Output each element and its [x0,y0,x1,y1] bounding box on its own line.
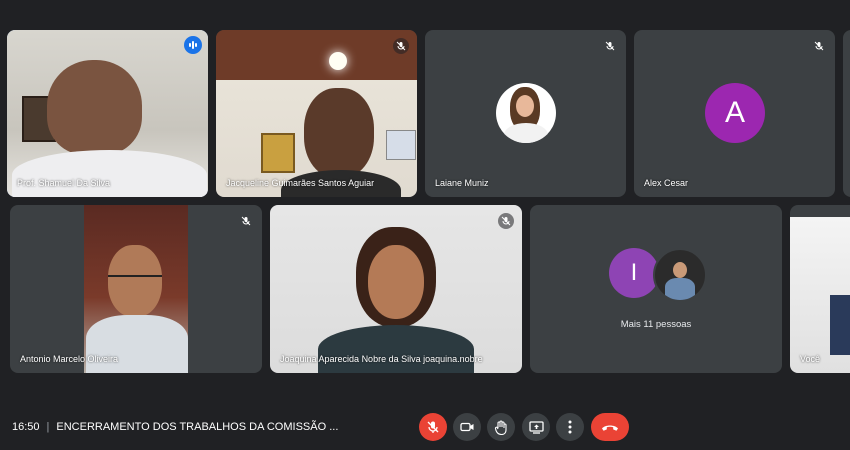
meeting-info: 16:50 | ENCERRAMENTO DOS TRABALHOS DA COMI… [12,421,338,433]
speaking-indicator-icon [184,36,202,54]
person-silhouette [304,88,374,178]
mic-off-icon [602,38,618,54]
more-people-label: Mais 11 pessoas [620,319,692,330]
meeting-title[interactable]: ENCERRAMENTO DOS TRABALHOS DA COMISSÃO .… [56,421,338,433]
camera-icon [459,422,473,432]
participant-tile-joaquina[interactable]: Joaquina Aparecida Nobre da Silva joaqui… [270,205,522,373]
participant-tile-more-people[interactable]: I Mais 11 pessoas [530,205,782,373]
avatar [653,248,707,302]
avatar-shirt [665,278,695,300]
person-silhouette [830,295,850,355]
participant-name: Jacqueline Guimarães Santos Aguiar [226,178,375,188]
avatar: A [705,83,765,143]
mic-off-icon [811,38,827,54]
person-silhouette [47,60,142,155]
avatar-shirt [504,123,548,143]
present-screen-icon [528,420,544,434]
participant-tile-jacqueline[interactable]: Jacqueline Guimarães Santos Aguiar [216,30,417,197]
participant-tile-antonio[interactable]: Antonio Marcelo Oliveira [10,205,262,373]
mic-toggle-button[interactable] [419,413,447,441]
participant-name: Laiane Muniz [435,178,489,188]
hang-up-icon [602,425,618,431]
meeting-info-separator: | [46,421,50,433]
person-face [368,245,424,319]
present-screen-button[interactable] [522,413,550,441]
ceiling-light-icon [329,52,347,70]
mic-off-icon [393,38,409,54]
camera-toggle-button[interactable] [453,413,481,441]
person-shirt [12,150,207,197]
avatar: I [609,248,659,298]
participant-tile-laiane[interactable]: Laiane Muniz [425,30,626,197]
participant-tile-shamuel[interactable]: Prof. Shamuel Da Silva [7,30,208,197]
participant-name: Joaquina Aparecida Nobre da Silva joaqui… [280,354,483,364]
hang-up-button[interactable] [591,413,629,441]
participant-name: Prof. Shamuel Da Silva [17,178,111,188]
person-shirt [318,325,474,373]
wall-frame [386,130,416,160]
avatar-face [516,95,534,117]
mic-off-icon [498,213,514,229]
participant-tile-self[interactable]: Você [790,205,850,373]
person-shirt [86,315,188,373]
mic-off-icon [427,421,439,433]
more-options-button[interactable] [556,413,584,441]
participant-name: Antonio Marcelo Oliveira [20,354,119,364]
person-glasses [108,275,162,287]
raise-hand-icon [494,419,507,435]
participant-name: Você [800,354,821,364]
participant-tile-partial[interactable] [843,30,850,197]
participant-tile-alex[interactable]: A Alex Cesar [634,30,835,197]
participant-name: Alex Cesar [644,178,689,188]
wall-frame [261,133,295,173]
mic-off-icon [238,213,254,229]
more-options-icon [568,420,572,434]
meeting-time: 16:50 [12,421,40,433]
meeting-control-bar: 16:50 | ENCERRAMENTO DOS TRABALHOS DA COMI… [0,405,850,450]
avatar [496,83,556,143]
avatar-face [673,262,687,278]
raise-hand-button[interactable] [487,413,515,441]
